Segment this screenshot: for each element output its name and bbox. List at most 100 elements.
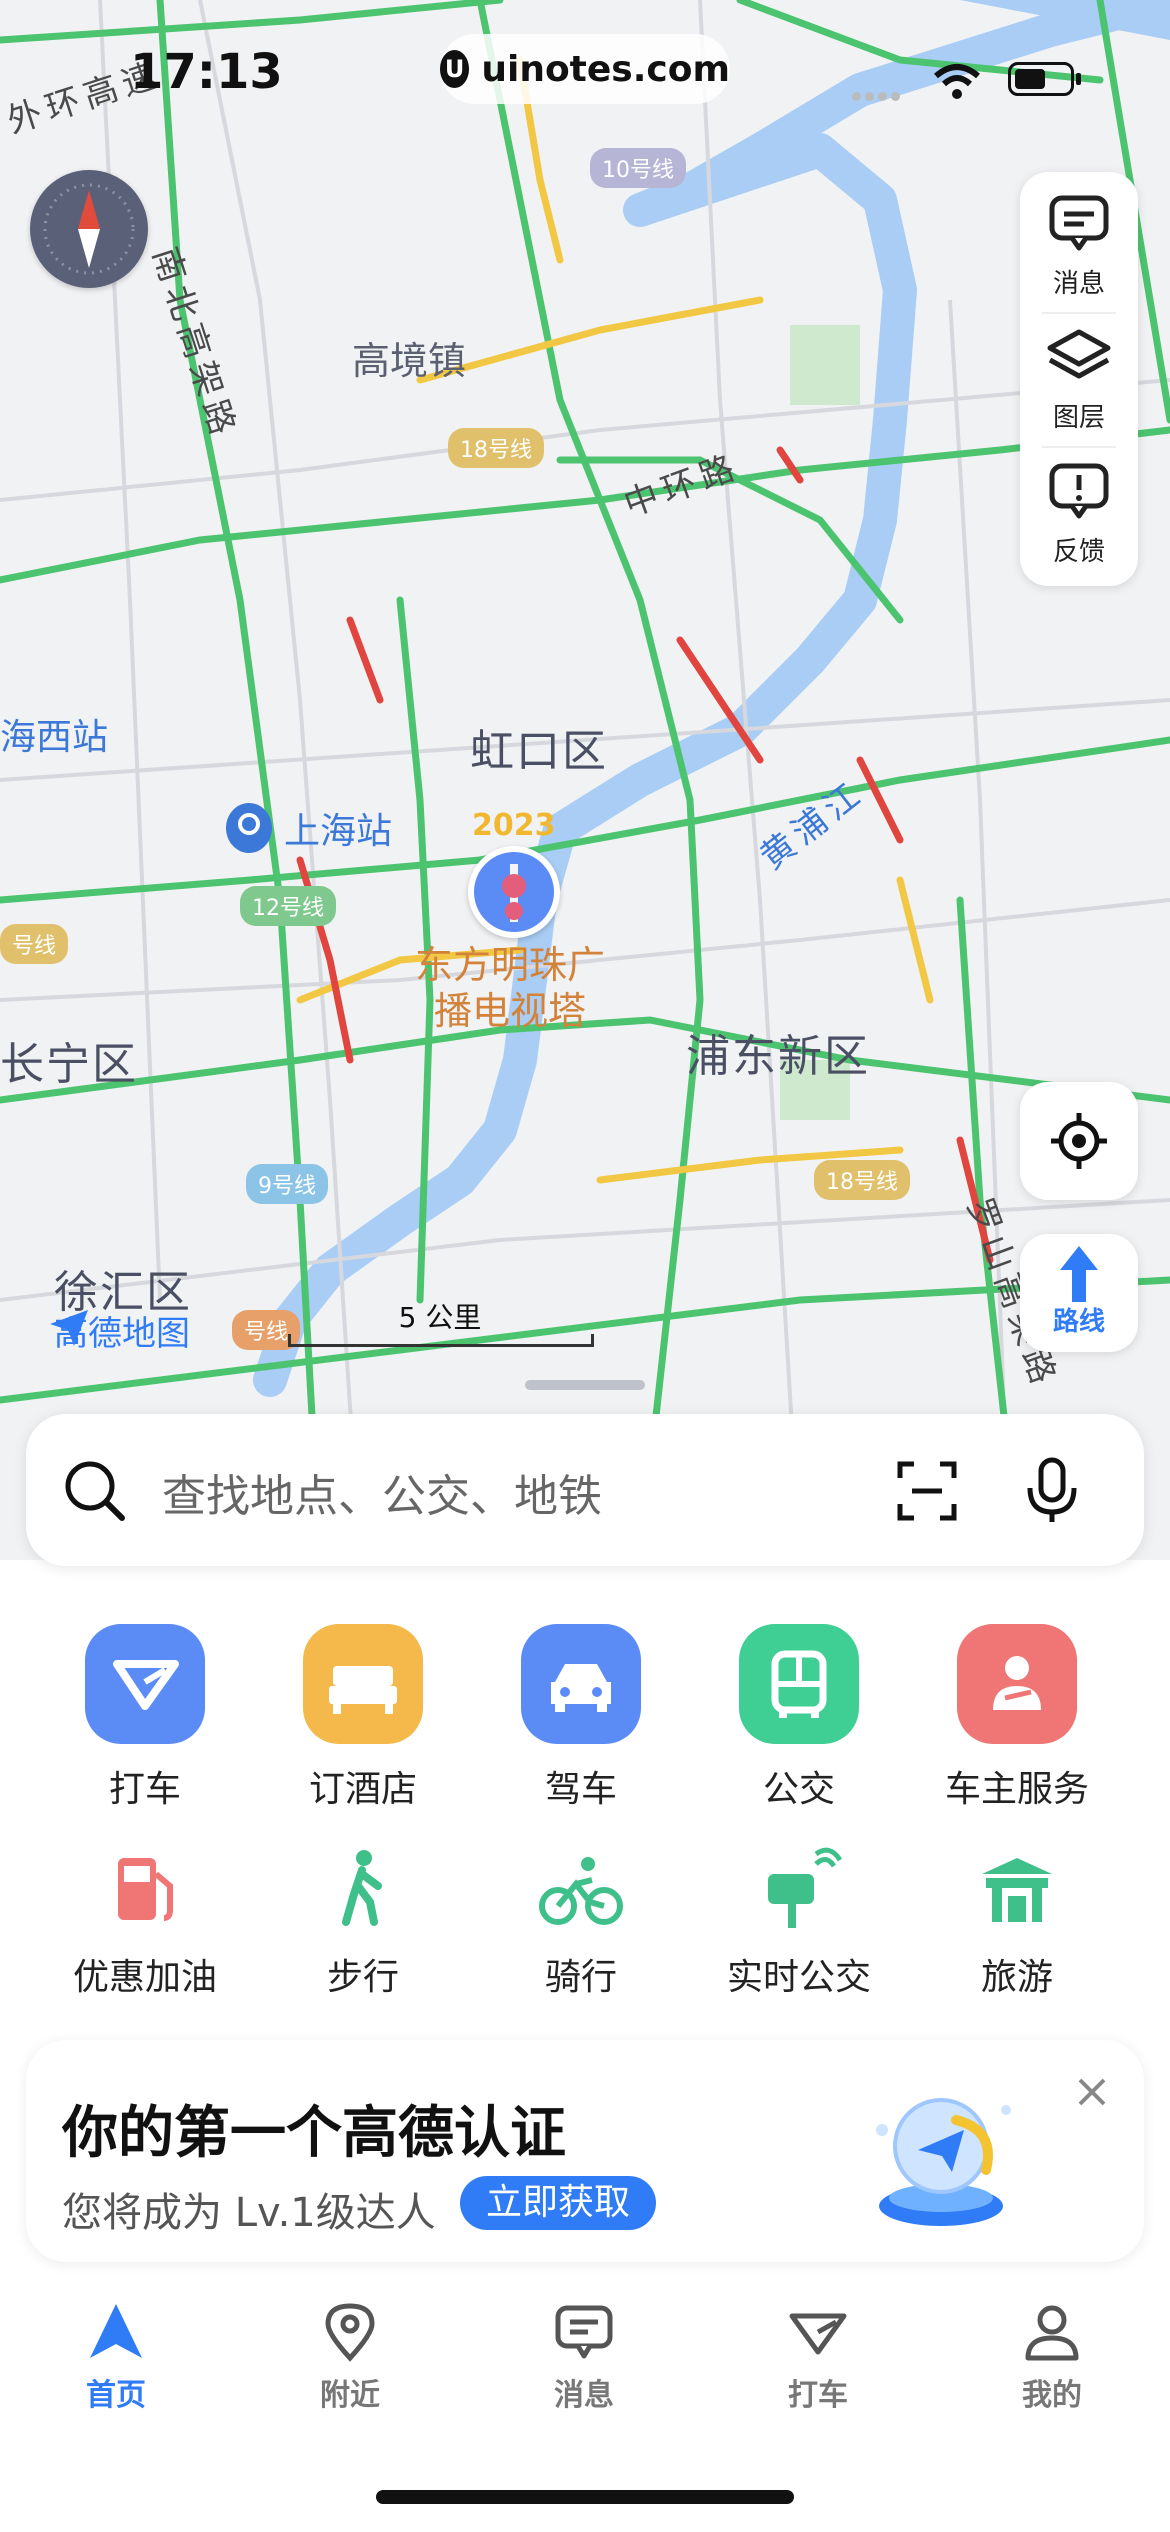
home-navigation-icon	[90, 2304, 142, 2358]
wifi-icon	[934, 64, 980, 99]
battery-icon	[1008, 62, 1081, 96]
mic-icon[interactable]	[1024, 1456, 1080, 1526]
service-hotel-label: 订酒店	[308, 1769, 417, 1810]
tab-nearby-label: 附近	[320, 2378, 380, 2413]
metro-badge-line9[interactable]: 9号线	[246, 1164, 328, 1204]
badge-trophy-icon	[876, 2098, 1011, 2226]
certification-card[interactable]: 你的第一个高德认证 您将成为 Lv.1级达人 立即获取	[26, 2040, 1144, 2262]
train-station-icon	[226, 803, 272, 853]
service-bus-label: 公交	[762, 1769, 835, 1810]
cert-subtitle: 您将成为 Lv.1级达人	[62, 2190, 436, 2236]
map-scale: 5 公里	[288, 1296, 594, 1348]
amap-logo: 高德地图	[48, 1306, 190, 1355]
locate-button[interactable]	[1020, 1082, 1138, 1200]
tool-messages[interactable]: 消息	[1020, 180, 1138, 310]
station-label-haixi[interactable]: 海西站	[0, 708, 108, 760]
url-pill[interactable]: U uinotes.com	[440, 34, 730, 104]
hotel-bed-icon	[303, 1624, 423, 1744]
place-label-gaojing[interactable]: 高境镇	[352, 330, 466, 385]
landmark-label[interactable]: 东方明珠广 播电视塔	[410, 942, 610, 1034]
service-bike[interactable]: 骑行	[472, 1844, 690, 2000]
tab-home[interactable]: 首页	[16, 2300, 216, 2414]
amap-logo-icon	[50, 1310, 88, 1346]
person-icon	[1025, 2305, 1079, 2361]
service-travel[interactable]: 旅游	[908, 1844, 1126, 2000]
route-arrow-icon	[1060, 1246, 1098, 1302]
landmark-marker[interactable]	[468, 846, 560, 938]
service-drive[interactable]: 驾车	[472, 1624, 690, 1812]
tab-nearby[interactable]: 附近	[250, 2300, 450, 2414]
metro-badge-line18[interactable]: 18号线	[448, 428, 544, 468]
bicycle-icon	[536, 1844, 626, 1934]
uinotes-logo-icon: U	[440, 50, 470, 88]
bus-icon	[739, 1624, 859, 1744]
service-bus[interactable]: 公交	[690, 1624, 908, 1812]
url-text: uinotes.com	[481, 48, 730, 90]
fuel-pump-icon	[100, 1844, 190, 1934]
service-fuel[interactable]: 优惠加油	[36, 1844, 254, 2000]
status-bar: 17:13 U uinotes.com	[0, 34, 1170, 110]
scale-bar	[288, 1334, 594, 1347]
taxi-icon	[789, 2313, 847, 2355]
locate-icon	[1051, 1113, 1107, 1169]
map-tools-panel: 消息 图层 反馈	[1020, 172, 1138, 586]
feedback-icon	[1049, 463, 1109, 519]
metro-badge-line18-b[interactable]: 18号线	[814, 1160, 910, 1200]
metro-badge-line12[interactable]: 12号线	[240, 886, 336, 926]
location-pin-icon	[325, 2303, 375, 2362]
metro-badge-line10[interactable]: 10号线	[590, 148, 686, 188]
tab-messages[interactable]: 消息	[484, 2300, 684, 2414]
service-owner-label: 车主服务	[944, 1769, 1089, 1810]
map-view[interactable]: 虹口区 浦东新区 长宁区 徐汇区 高境镇 上海站 海西站 外环高速 南北高架路 …	[0, 0, 1170, 1560]
service-fuel-label: 优惠加油	[72, 1957, 217, 1998]
compass-icon	[43, 183, 135, 275]
search-input[interactable]: 查找地点、公交、地铁	[162, 1460, 602, 1524]
close-icon[interactable]	[1072, 2072, 1112, 2112]
route-label: 路线	[1052, 1307, 1105, 1337]
message-icon	[1049, 195, 1109, 251]
service-owner[interactable]: 车主服务	[908, 1624, 1126, 1812]
message-icon	[555, 2305, 613, 2359]
district-label-changning[interactable]: 长宁区	[0, 1028, 138, 1092]
service-bike-label: 骑行	[544, 1957, 617, 1998]
cert-claim-button[interactable]: 立即获取	[460, 2176, 656, 2230]
tab-taxi-label: 打车	[788, 2378, 848, 2413]
search-icon	[65, 1461, 125, 1521]
tool-layers[interactable]: 图层	[1020, 314, 1138, 444]
tool-feedback[interactable]: 反馈	[1020, 448, 1138, 578]
district-label-pudong[interactable]: 浦东新区	[686, 1020, 870, 1084]
service-taxi[interactable]: 打车	[36, 1624, 254, 1812]
service-walk[interactable]: 步行	[254, 1844, 472, 2000]
service-taxi-label: 打车	[108, 1769, 181, 1810]
tab-profile[interactable]: 我的	[952, 2300, 1152, 2414]
service-hotel[interactable]: 订酒店	[254, 1624, 472, 1812]
station-label: 上海站	[284, 811, 393, 852]
service-travel-label: 旅游	[980, 1957, 1053, 1998]
route-button[interactable]: 路线	[1020, 1234, 1138, 1352]
sheet-drag-handle[interactable]	[525, 1380, 645, 1390]
district-label-hongkou[interactable]: 虹口区	[470, 715, 608, 779]
signal-dots-icon	[852, 86, 908, 101]
tab-messages-label: 消息	[554, 2378, 614, 2413]
status-time: 17:13	[130, 44, 283, 100]
tool-layers-label: 图层	[1052, 403, 1105, 433]
car-icon	[521, 1624, 641, 1744]
service-realtime-bus-label: 实时公交	[726, 1957, 871, 1998]
year-badge: 2023	[472, 808, 556, 843]
tab-taxi[interactable]: 打车	[718, 2300, 918, 2414]
gate-building-icon	[972, 1844, 1062, 1934]
service-realtime-bus[interactable]: 实时公交	[690, 1844, 908, 2000]
tv-tower-icon	[474, 852, 554, 932]
scan-icon[interactable]	[896, 1460, 958, 1522]
tab-home-label: 首页	[86, 2378, 146, 2413]
metro-badge-partial-left[interactable]: 号线	[0, 924, 69, 964]
tab-profile-label: 我的	[1022, 2378, 1082, 2413]
landmark-label-line2: 播电视塔	[433, 989, 586, 1033]
station-shanghai[interactable]: 上海站	[226, 802, 392, 854]
search-bar[interactable]: 查找地点、公交、地铁	[26, 1414, 1144, 1566]
car-owner-icon	[957, 1624, 1077, 1744]
compass-button[interactable]	[30, 170, 148, 288]
home-indicator[interactable]	[376, 2490, 794, 2504]
service-walk-label: 步行	[326, 1957, 399, 1998]
cert-title: 你的第一个高德认证	[62, 2101, 566, 2166]
